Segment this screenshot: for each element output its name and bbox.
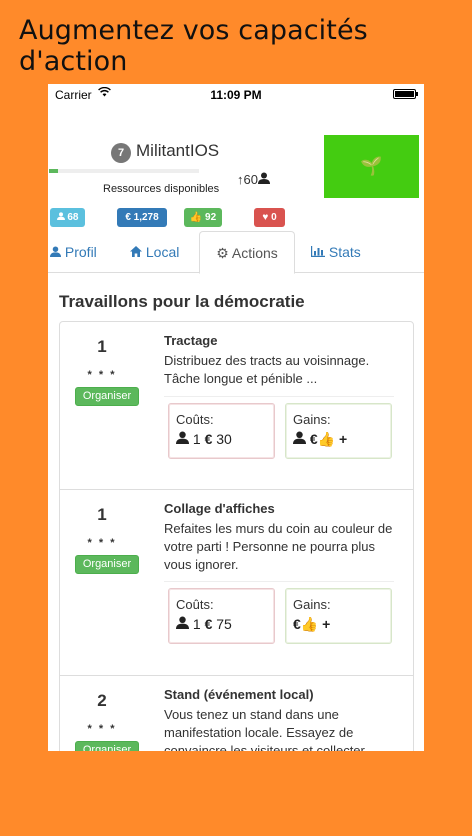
sprout-glyph: 🌱 — [360, 156, 383, 176]
gear-icon: ⚙ — [216, 245, 229, 261]
sprout-icon[interactable]: 🌱 — [324, 135, 419, 198]
user-icon — [50, 244, 61, 260]
costs-box: Coûts: 1 € 30 — [168, 403, 275, 459]
gains-box: Gains: €👍 + — [285, 403, 392, 459]
thumbs-up-icon: 👍 — [300, 616, 319, 632]
user-icon — [56, 212, 65, 223]
heart-icon: ♥ — [262, 212, 269, 223]
money-value: 1,278 — [133, 212, 159, 223]
home-icon — [130, 244, 142, 260]
costs-members: 1 — [192, 616, 201, 632]
action-name: Tractage — [164, 333, 218, 348]
action-name: Collage d'affiches — [164, 501, 275, 516]
actions-list: 1 * * * Organiser Tractage Distribuez de… — [59, 321, 414, 751]
username[interactable]: MilitantIOS — [136, 141, 219, 161]
resources-badges: 68 € 1,278 👍 92 ♥ 0 — [50, 208, 422, 227]
divider — [164, 396, 394, 397]
promo-title: Augmentez vos capacités d'action — [19, 15, 368, 77]
gains-label: Gains: — [293, 597, 331, 612]
plus-icon: + — [339, 431, 348, 447]
tab-profil[interactable]: Profil — [50, 231, 97, 273]
euro-icon: € — [309, 431, 318, 447]
section-title: Travaillons pour la démocratie — [59, 292, 305, 311]
action-description: Distribuez des tracts au voisinnage. Tâc… — [164, 353, 370, 386]
user-icon — [257, 172, 270, 187]
user-icon — [176, 431, 189, 447]
resources-title: Ressources disponibles — [103, 183, 220, 195]
gains-label: Gains: — [293, 412, 331, 427]
costs-money: 30 — [216, 431, 232, 447]
action-description: Vous tenez un stand dans une manifestati… — [164, 707, 365, 751]
level-badge: 7 — [111, 143, 131, 163]
tab-stats[interactable]: Stats — [311, 231, 361, 273]
clock: 11:09 PM — [210, 88, 262, 102]
action-description: Refaites les murs du coin au couleur de … — [164, 521, 393, 572]
costs-money: 75 — [216, 616, 232, 632]
support-badge: 👍 92 — [184, 208, 222, 227]
action-level: 1 — [97, 337, 107, 356]
action-stars: * * * — [87, 723, 117, 735]
action-stars: * * * — [87, 537, 117, 549]
thumbs-up-icon: 👍 — [189, 212, 203, 223]
tab-bar: Profil Local ⚙ Actions Stats — [48, 231, 424, 274]
support-value: 92 — [205, 212, 217, 223]
organize-button[interactable]: Organiser — [75, 387, 139, 406]
tab-local[interactable]: Local — [130, 231, 179, 273]
costs-value: 1 € 75 — [176, 616, 267, 632]
members-value: 68 — [67, 212, 79, 223]
thumbs-up-icon: 👍 — [317, 431, 336, 447]
costs-value: 1 € 30 — [176, 431, 267, 447]
costs-label: Coûts: — [176, 412, 214, 427]
gains-value: €👍 + — [293, 431, 384, 448]
tab-actions-label: Actions — [231, 245, 278, 261]
euro-icon: € — [204, 431, 213, 447]
tab-stats-label: Stats — [328, 244, 361, 260]
costs-label: Coûts: — [176, 597, 214, 612]
euro-icon: € — [204, 616, 213, 632]
heart-badge: ♥ 0 — [254, 208, 285, 227]
user-icon — [176, 616, 189, 632]
bar-chart-icon — [311, 244, 325, 260]
action-stars: * * * — [87, 369, 117, 381]
organize-button[interactable]: Organiser — [75, 555, 139, 574]
members-badge: 68 — [50, 208, 85, 227]
list-item: 2 * * * Organiser Stand (événement local… — [60, 676, 413, 751]
supporters-count-value: 60 — [243, 172, 258, 187]
list-item: 1 * * * Organiser Tractage Distribuez de… — [60, 322, 413, 490]
heart-value: 0 — [271, 212, 277, 223]
list-item: 1 * * * Organiser Collage d'affiches Ref… — [60, 490, 413, 676]
action-level: 2 — [97, 691, 107, 710]
gains-box: Gains: €👍 + — [285, 588, 392, 644]
action-level: 1 — [97, 505, 107, 524]
tab-actions[interactable]: ⚙ Actions — [199, 231, 295, 274]
supporters-count: ↑60 — [237, 172, 270, 187]
money-badge: € 1,278 — [117, 208, 167, 227]
divider — [164, 581, 394, 582]
user-icon — [293, 431, 306, 447]
phone-screen: Carrier 11:09 PM 7 MilitantIOS ↑60 🌱 Res… — [48, 84, 424, 751]
tab-profil-label: Profil — [64, 244, 97, 260]
euro-icon: € — [125, 212, 131, 223]
euro-icon: € — [293, 616, 301, 632]
xp-progress-fill — [49, 169, 58, 173]
plus-icon: + — [322, 616, 331, 632]
costs-members: 1 — [192, 431, 201, 447]
status-bar: Carrier 11:09 PM — [48, 84, 424, 105]
organize-button[interactable]: Organiser — [75, 741, 139, 751]
action-name: Stand (événement local) — [164, 687, 314, 702]
battery-icon — [393, 89, 418, 99]
tab-local-label: Local — [145, 244, 180, 260]
costs-box: Coûts: 1 € 75 — [168, 588, 275, 644]
xp-progress-bar — [49, 169, 199, 173]
gains-value: €👍 + — [293, 616, 384, 633]
